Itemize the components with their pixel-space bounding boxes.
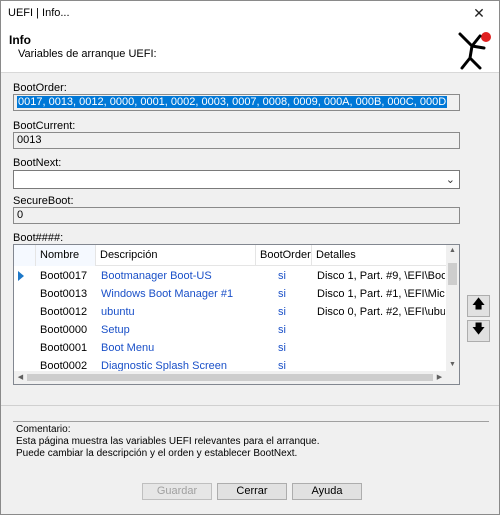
uefi-info-window: UEFI | Info... ✕ Info Variables de arran…: [0, 0, 500, 515]
bootcurrent-label: BootCurrent:: [13, 120, 76, 132]
secureboot-field[interactable]: 0: [13, 207, 460, 224]
boot-entries-label: Boot####:: [13, 232, 64, 244]
comment-box: Comentario: Esta página muestra las vari…: [13, 421, 489, 467]
row-name: Boot0001: [40, 342, 88, 354]
row-details: [317, 339, 445, 357]
secureboot-label: SecureBoot:: [13, 195, 74, 207]
help-button[interactable]: Ayuda: [292, 483, 362, 500]
move-down-button[interactable]: 🡇: [467, 320, 490, 342]
move-up-button[interactable]: 🡅: [467, 295, 490, 317]
bootorder-label: BootOrder:: [13, 82, 67, 94]
chevron-down-icon[interactable]: ⌄: [446, 173, 455, 186]
row-bootorder[interactable]: si: [278, 321, 298, 339]
vertical-scroll-thumb[interactable]: [448, 263, 457, 285]
scroll-up-icon[interactable]: ▲: [446, 245, 459, 257]
arrow-down-icon: 🡇: [471, 321, 486, 336]
runner-logo-icon: [458, 32, 491, 70]
row-name: Boot0017: [40, 270, 88, 282]
bootnext-label: BootNext:: [13, 157, 62, 169]
page-subtitle: Variables de arranque UEFI:: [18, 48, 157, 60]
horizontal-scroll-thumb[interactable]: [27, 374, 433, 381]
column-header-detalles[interactable]: Detalles: [312, 245, 452, 266]
table-row[interactable]: Boot0017 Bootmanager Boot-US si Disco 1,…: [14, 267, 447, 285]
row-name: Boot0000: [40, 324, 88, 336]
row-bootorder[interactable]: si: [278, 267, 298, 285]
row-description[interactable]: ubuntu: [101, 303, 256, 321]
arrow-up-icon: 🡅: [471, 296, 486, 311]
row-bootorder[interactable]: si: [278, 303, 298, 321]
window-title: UEFI | Info...: [8, 7, 70, 19]
comment-title: Comentario:: [16, 424, 71, 435]
row-details: Disco 0, Part. #2, \EFI\ubuntu\shimx64.e…: [317, 306, 445, 318]
row-description[interactable]: Bootmanager Boot-US: [101, 267, 256, 285]
save-button[interactable]: Guardar: [142, 483, 212, 500]
vertical-scrollbar[interactable]: ▲ ▼: [446, 245, 459, 371]
close-button[interactable]: Cerrar: [217, 483, 287, 500]
row-details: Disco 1, Part. #9, \EFI\Boot-US\bootus.e…: [317, 270, 445, 282]
row-details: [317, 321, 445, 339]
row-name: Boot0013: [40, 288, 88, 300]
close-icon[interactable]: ✕: [459, 1, 499, 26]
table-row[interactable]: Boot0000 Setup si: [14, 321, 447, 339]
scroll-down-icon[interactable]: ▼: [446, 359, 459, 371]
bootorder-field[interactable]: 0017, 0013, 0012, 0000, 0001, 0002, 0003…: [13, 94, 460, 111]
row-description[interactable]: Setup: [101, 321, 256, 339]
title-bar: UEFI | Info... ✕: [1, 1, 499, 26]
table-row[interactable]: Boot0013 Windows Boot Manager #1 si Disc…: [14, 285, 447, 303]
horizontal-scrollbar[interactable]: ◀ ▶: [14, 371, 459, 384]
comment-line-1: Esta página muestra las variables UEFI r…: [16, 436, 320, 447]
table-row[interactable]: Boot0001 Boot Menu si: [14, 339, 447, 357]
info-header: Info Variables de arranque UEFI:: [1, 26, 499, 73]
bootnext-select[interactable]: ⌄: [13, 170, 460, 189]
table-header: Nombre Descripción BootOrder Detalles: [14, 245, 452, 266]
column-header-bootorder[interactable]: BootOrder: [256, 245, 312, 266]
divider: [1, 405, 499, 406]
row-name: Boot0012: [40, 306, 88, 318]
row-bootorder[interactable]: si: [278, 339, 298, 357]
row-bootorder[interactable]: si: [278, 285, 298, 303]
scroll-left-icon[interactable]: ◀: [14, 371, 27, 384]
bootcurrent-field[interactable]: 0013: [13, 132, 460, 149]
boot-entries-table[interactable]: Nombre Descripción BootOrder Detalles Bo…: [13, 244, 460, 385]
row-description[interactable]: Windows Boot Manager #1: [101, 285, 256, 303]
bootorder-value: 0017, 0013, 0012, 0000, 0001, 0002, 0003…: [17, 96, 448, 108]
current-row-indicator-icon: [18, 271, 24, 281]
table-row[interactable]: Boot0012 ubuntu si Disco 0, Part. #2, \E…: [14, 303, 447, 321]
header-indicator-cell: [14, 245, 36, 266]
column-header-descripcion[interactable]: Descripción: [96, 245, 256, 266]
comment-line-2: Puede cambiar la descripción y el orden …: [16, 448, 298, 459]
row-description[interactable]: Boot Menu: [101, 339, 256, 357]
page-title: Info: [9, 33, 31, 47]
row-details: Disco 1, Part. #1, \EFI\Microsoft\Boot\b…: [317, 288, 445, 300]
scroll-right-icon[interactable]: ▶: [433, 371, 446, 384]
column-header-nombre[interactable]: Nombre: [36, 245, 96, 266]
